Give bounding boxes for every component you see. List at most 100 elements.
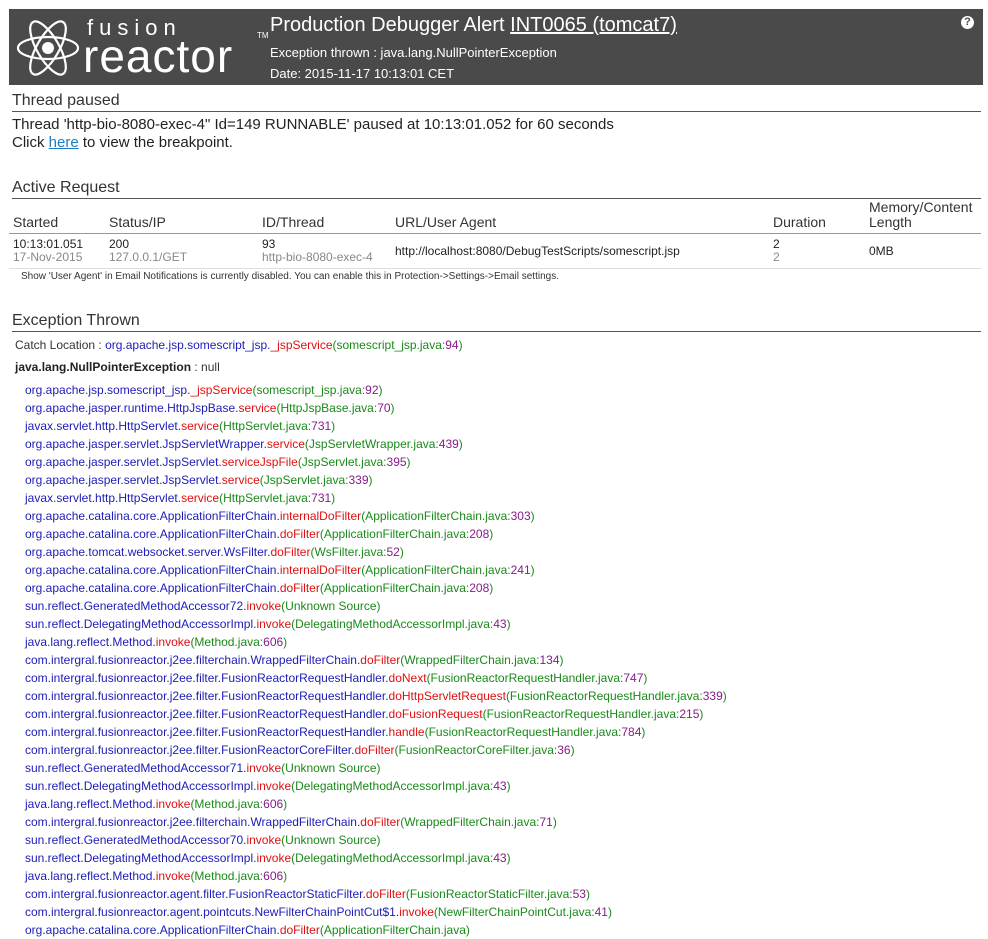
frame-source: (HttpServlet.java: [219,491,312,505]
frame-source: (JspServlet.java: [259,473,349,487]
frame-class: java.lang.reflect.Method. [25,797,156,811]
frame-method: doFilter [270,545,311,559]
frame-source: (DelegatingMethodAccessorImpl.java: [291,851,494,865]
frame-close: ) [506,851,511,865]
stack-frame: sun.reflect.DelegatingMethodAccessorImpl… [25,849,975,867]
click-prefix: Click [12,134,45,151]
stack-frame: org.apache.jasper.runtime.HttpJspBase.se… [25,399,975,417]
catch-class: org.apache.jsp.somescript_jsp. [105,338,271,352]
instance-link[interactable]: INT0065 (tomcat7) [510,14,677,36]
frame-close: ) [641,725,646,739]
stack-frame: com.intergral.fusionreactor.agent.pointc… [25,903,975,921]
frame-source: (Method.java: [190,797,264,811]
duration-value-2: 2 [773,250,780,264]
stack-frame: org.apache.jsp.somescript_jsp._jspServic… [25,381,975,399]
stack-frame: com.intergral.fusionreactor.j2ee.filter.… [25,705,975,723]
stack-frame: com.intergral.fusionreactor.j2ee.filter.… [25,741,975,759]
frame-source: (ApplicationFilterChain.java: [319,527,470,541]
exception-name-line: java.lang.NullPointerException : null [15,360,220,374]
frame-source: (WrappedFilterChain.java: [400,653,540,667]
frame-method: _jspService [190,383,253,397]
frame-source: (HttpJspBase.java: [276,401,378,415]
frame-method: service [181,419,220,433]
frame-close: ) [506,779,511,793]
cell-url: http://localhost:8080/DebugTestScripts/s… [391,233,769,269]
frame-class: com.intergral.fusionreactor.agent.filter… [25,887,366,901]
frame-line: 339 [348,473,369,487]
frame-close: ) [283,635,288,649]
frame-source: (ApplicationFilterChain.java: [361,509,511,523]
frame-close: ) [722,689,727,703]
stack-frame: org.apache.jasper.servlet.JspServlet.ser… [25,453,975,471]
frame-line: 731 [311,491,332,505]
stack-frame: sun.reflect.DelegatingMethodAccessorImpl… [25,777,975,795]
stack-frame: org.apache.jasper.servlet.JspServletWrap… [25,435,975,453]
frame-close: ) [399,545,404,559]
frame-method: service [221,473,260,487]
duration-value: 2 [773,237,780,251]
frame-line: 52 [386,545,400,559]
stack-frame: com.intergral.fusionreactor.agent.filter… [25,885,975,903]
frame-method: invoke [155,797,191,811]
frame-class: com.intergral.fusionreactor.j2ee.filterc… [25,815,361,829]
frame-source: (FusionReactorCoreFilter.java: [394,743,558,757]
frame-source: (Unknown Source) [281,761,381,775]
help-icon[interactable]: ? [961,16,974,29]
frame-source: (FusionReactorRequestHandler.java: [482,707,680,721]
logo-trademark: TM [257,31,269,40]
user-agent-note: Show 'User Agent' in Email Notifications… [21,271,559,282]
frame-close: ) [458,437,463,451]
frame-line: 606 [263,635,284,649]
frame-class: sun.reflect.GeneratedMethodAccessor71. [25,761,247,775]
frame-source: (JspServletWrapper.java: [304,437,439,451]
stack-frame: sun.reflect.DelegatingMethodAccessorImpl… [25,615,975,633]
frame-line: 784 [621,725,642,739]
frame-close: ) [406,455,411,469]
cell-id-thread: 93 http-bio-8080-exec-4 [258,233,391,269]
frame-method: invoke [246,761,282,775]
col-started: Started [9,200,105,234]
frame-method: internalDoFilter [279,509,362,523]
catch-location: Catch Location : org.apache.jsp.somescri… [15,338,463,352]
col-duration: Duration [769,200,865,234]
table-row: 10:13:01.051 17-Nov-2015 200 127.0.0.1/G… [9,233,981,269]
frame-class: com.intergral.fusionreactor.j2ee.filter.… [25,671,389,685]
frame-method: invoke [256,851,292,865]
frame-line: 606 [263,869,284,883]
frame-line: 134 [539,653,560,667]
frame-method: service [181,491,220,505]
frame-method: doNext [388,671,427,685]
stack-frame: org.apache.catalina.core.ApplicationFilt… [25,579,975,597]
frame-close: ) [331,491,336,505]
cell-duration: 2 2 [769,233,865,269]
frame-class: sun.reflect.DelegatingMethodAccessorImpl… [25,851,257,865]
frame-close: ) [643,671,648,685]
frame-class: com.intergral.fusionreactor.agent.pointc… [25,905,400,919]
frame-method: invoke [155,635,191,649]
started-date: 17-Nov-2015 [13,250,83,264]
stack-frame: java.lang.reflect.Method.invoke(Method.j… [25,795,975,813]
frame-class: sun.reflect.GeneratedMethodAccessor72. [25,599,247,613]
frame-close: ) [331,419,336,433]
frame-source: (Method.java: [190,635,264,649]
frame-class: javax.servlet.http.HttpServlet. [25,419,182,433]
frame-source: (Method.java: [190,869,264,883]
col-url: URL/User Agent [391,200,769,234]
table-header-row: Started Status/IP ID/Thread URL/User Age… [9,200,981,234]
frame-line: 606 [263,797,284,811]
stack-frame: javax.servlet.http.HttpServlet.service(H… [25,489,975,507]
frame-close: ) [283,797,288,811]
frame-class: sun.reflect.DelegatingMethodAccessorImpl… [25,617,257,631]
catch-method: _jspService [270,338,333,352]
frame-line: 43 [493,617,507,631]
breakpoint-link[interactable]: here [49,134,79,151]
frame-method: doFilter [365,887,406,901]
client-ip: 127.0.0.1/GET [109,250,188,264]
frame-method: invoke [399,905,434,919]
frame-method: invoke [256,617,292,631]
active-request-table: Started Status/IP ID/Thread URL/User Age… [9,200,981,269]
frame-method: handle [388,725,425,739]
frame-class: org.apache.jasper.servlet.JspServlet. [25,473,222,487]
thread-name: http-bio-8080-exec-4 [262,250,373,264]
catch-close: ) [458,338,463,352]
